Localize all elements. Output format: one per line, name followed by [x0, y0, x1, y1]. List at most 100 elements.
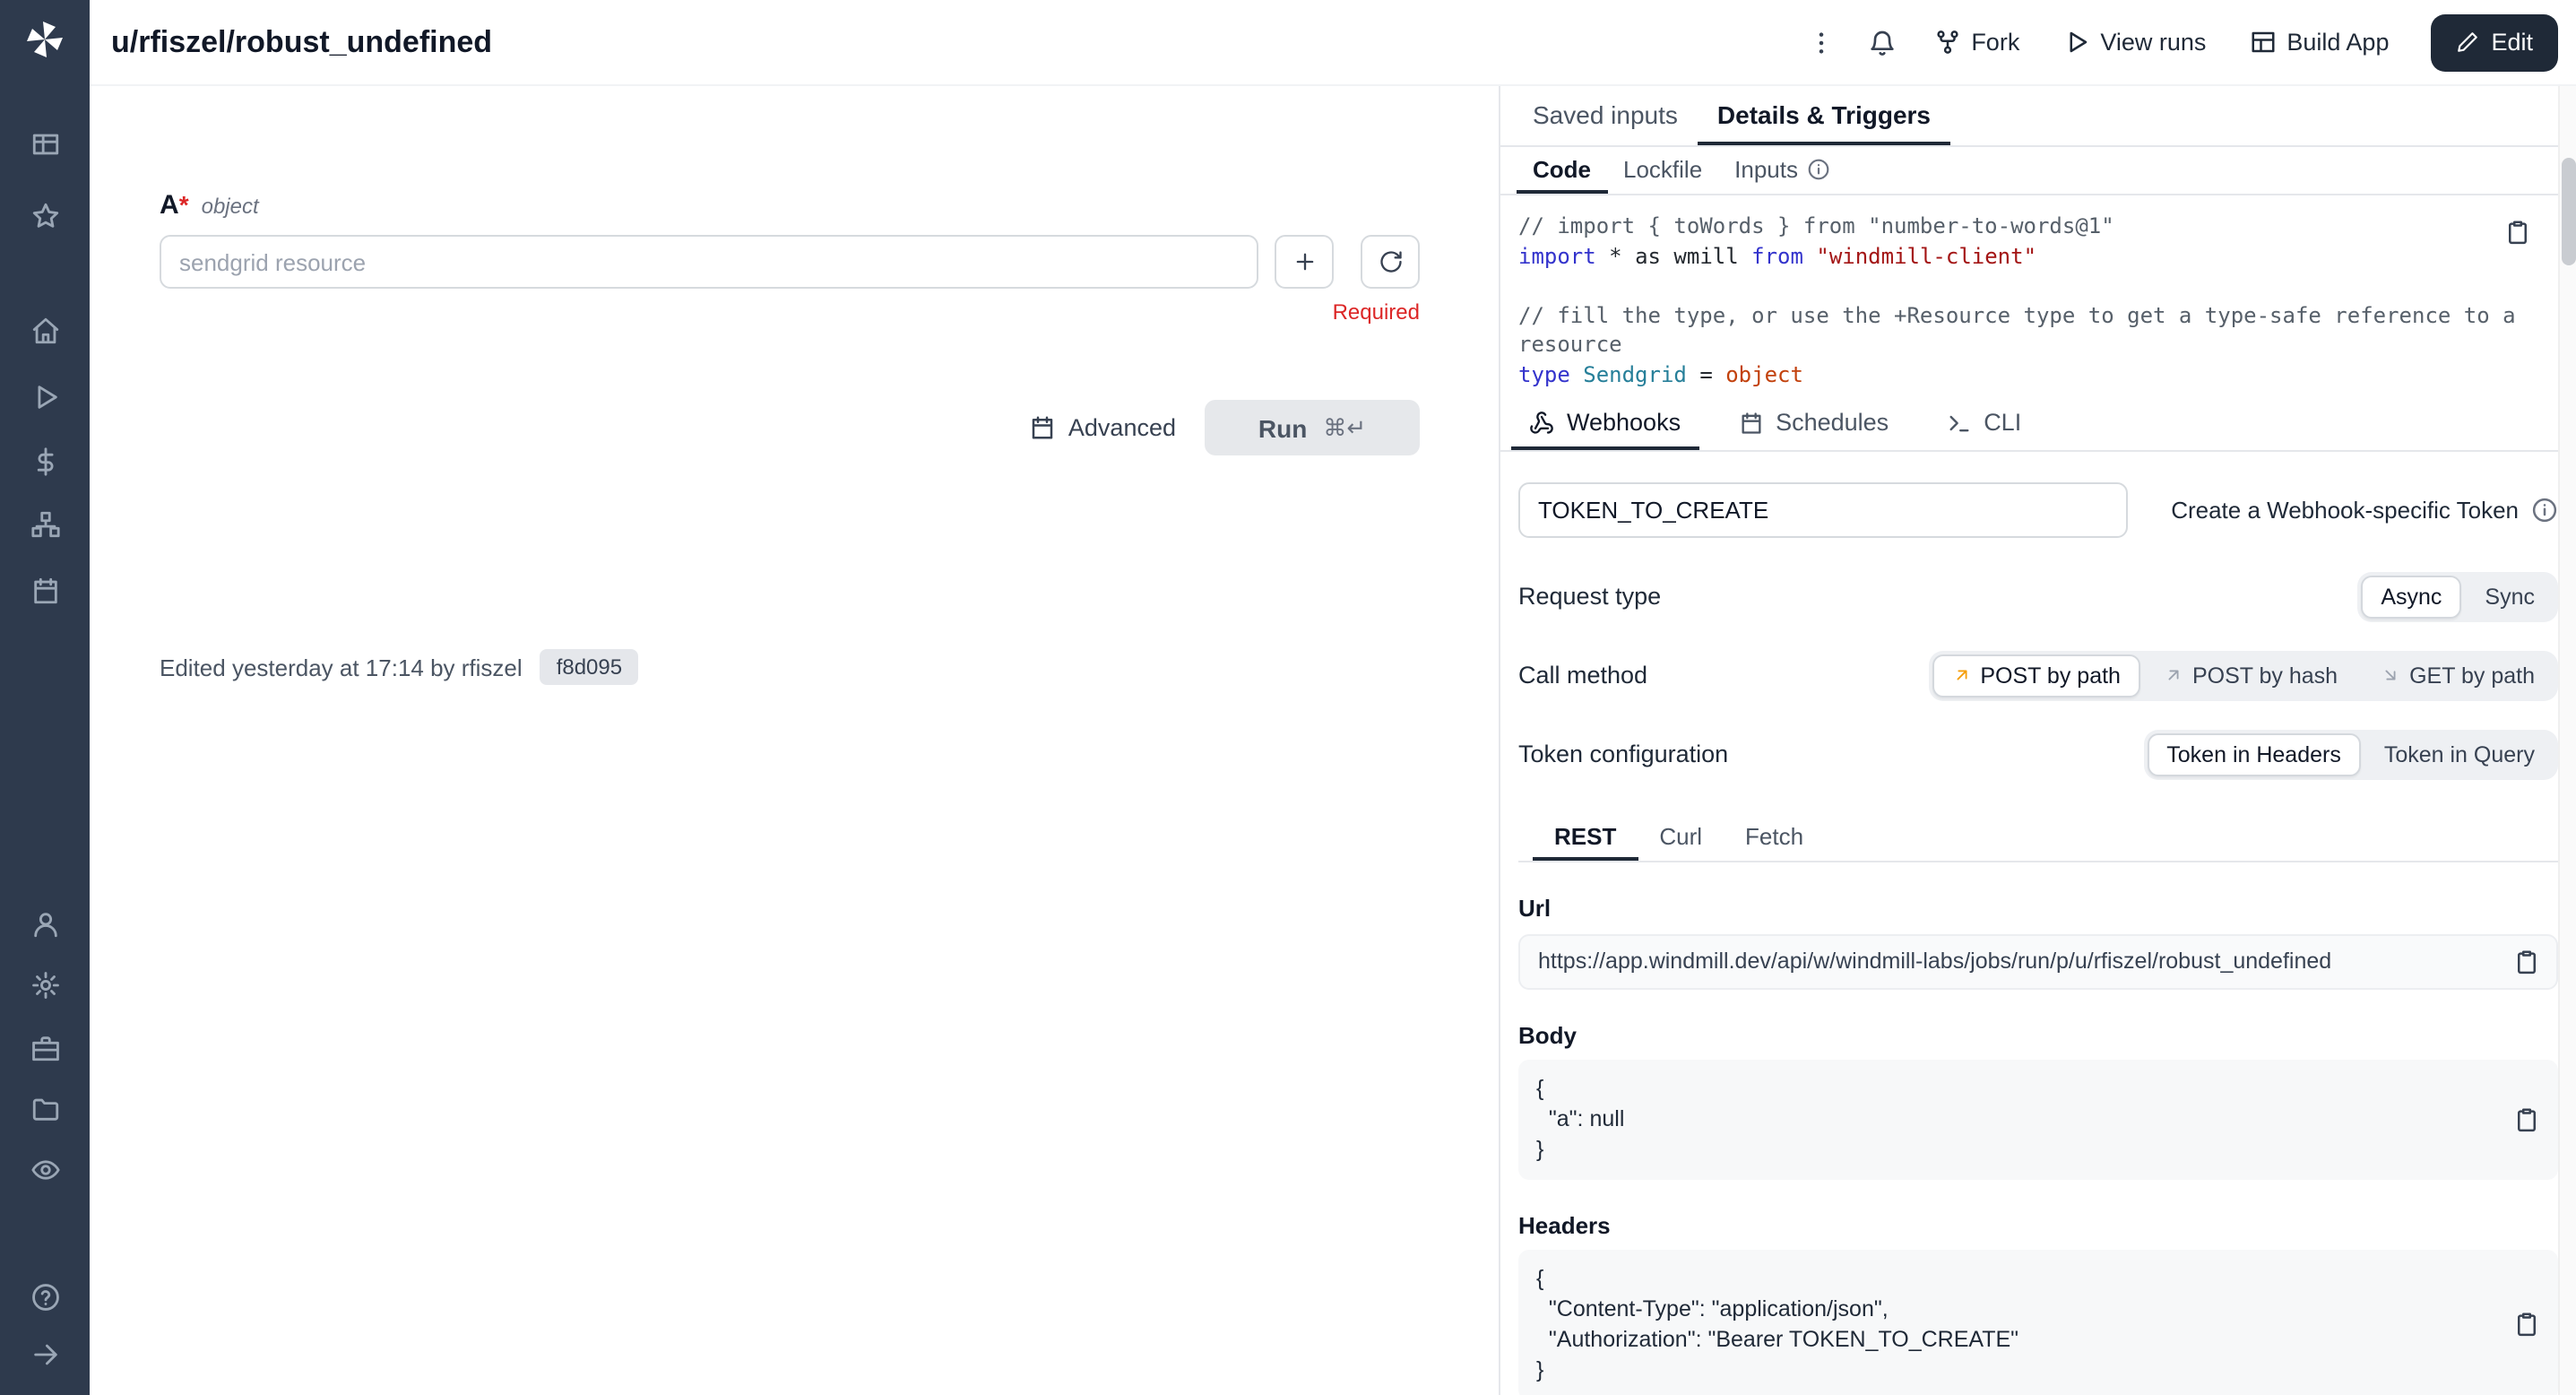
calendar-icon: [1029, 414, 1056, 441]
plus-icon: [1292, 249, 1317, 274]
copy-code-button[interactable]: [2501, 215, 2533, 247]
code-viewer[interactable]: // import { toWords } from "number-to-wo…: [1500, 195, 2576, 399]
option-async[interactable]: Async: [2361, 575, 2461, 618]
tab-curl[interactable]: Curl: [1638, 815, 1724, 860]
edited-text: Edited yesterday at 17:14 by rfiszel: [160, 654, 523, 680]
fork-button[interactable]: Fork: [1917, 18, 2036, 66]
call-method-toggle: POST by path POST by hash GET by path: [1928, 650, 2558, 700]
create-webhook-token-button[interactable]: Create a Webhook-specific Token: [2171, 496, 2558, 523]
clipboard-icon: [2503, 218, 2530, 245]
variables-dollar-icon[interactable]: [0, 443, 90, 479]
subtab-inputs[interactable]: Inputs: [1718, 147, 1846, 194]
version-hash-badge[interactable]: f8d095: [540, 649, 638, 685]
view-runs-button[interactable]: View runs: [2046, 18, 2222, 66]
top-bar: u/rfiszel/robust_undefined Fork View run…: [90, 0, 2576, 86]
field-label-row: A* object: [160, 190, 1420, 222]
details-panel: Saved inputs Details & Triggers Code Loc…: [1499, 86, 2576, 1395]
edited-info-row: Edited yesterday at 17:14 by rfiszel f8d…: [160, 649, 1420, 685]
calendar-icon: [1738, 410, 1763, 435]
info-icon: [1807, 157, 1830, 180]
terminal-icon: [1946, 410, 1971, 435]
clipboard-icon: [2512, 1311, 2539, 1338]
windmill-logo-icon[interactable]: [23, 18, 66, 61]
option-post-by-hash[interactable]: POST by hash: [2144, 654, 2357, 697]
webhook-icon: [1529, 410, 1554, 435]
resources-flow-icon[interactable]: [0, 506, 90, 542]
arrow-up-right-icon: [2164, 665, 2183, 685]
tab-webhooks[interactable]: Webhooks: [1511, 399, 1699, 449]
folders-icon[interactable]: [0, 1090, 90, 1126]
run-shortcut: ⌘↵: [1323, 413, 1366, 442]
home-icon[interactable]: [0, 312, 90, 348]
copy-body-button[interactable]: [2510, 1103, 2542, 1135]
user-icon[interactable]: [0, 905, 90, 941]
request-type-row: Request type Async Sync: [1518, 564, 2558, 628]
audit-eye-icon[interactable]: [0, 1151, 90, 1187]
advanced-button[interactable]: Advanced: [1029, 414, 1176, 441]
tab-cli[interactable]: CLI: [1928, 399, 2039, 449]
sidebar: [0, 0, 90, 1395]
url-label: Url: [1518, 894, 2558, 921]
body-box: { "a": null }: [1518, 1059, 2558, 1179]
panel-tabs: Saved inputs Details & Triggers: [1500, 86, 2576, 147]
option-sync[interactable]: Sync: [2465, 575, 2554, 618]
panel-scrollbar[interactable]: [2558, 86, 2576, 1395]
build-app-button[interactable]: Build App: [2233, 18, 2405, 66]
star-icon[interactable]: [0, 197, 90, 233]
arrow-up-right-icon: [1951, 665, 1971, 685]
code-lines: // import { toWords } from "number-to-wo…: [1518, 212, 2522, 389]
required-hint: Required: [160, 299, 1420, 325]
settings-gear-icon[interactable]: [0, 966, 90, 1002]
run-form-pane: A* object Required Advanced Run⌘↵ Edited…: [90, 86, 1499, 1395]
git-fork-icon: [1933, 29, 1960, 56]
code-subtabs: Code Lockfile Inputs: [1500, 147, 2576, 195]
subtab-lockfile[interactable]: Lockfile: [1607, 147, 1718, 194]
field-input-row: [160, 235, 1420, 289]
schedules-calendar-icon[interactable]: [0, 572, 90, 608]
runs-play-icon[interactable]: [0, 378, 90, 414]
field-name: A: [160, 190, 179, 221]
url-value: https://app.windmill.dev/api/w/windmill-…: [1538, 949, 2331, 974]
body-label: Body: [1518, 1021, 2558, 1048]
token-row: Create a Webhook-specific Token: [1518, 481, 2558, 537]
subtab-code[interactable]: Code: [1517, 147, 1607, 194]
workspace-briefcase-icon[interactable]: [0, 1029, 90, 1065]
page-title: u/rfiszel/robust_undefined: [111, 24, 492, 60]
help-icon[interactable]: [0, 1278, 90, 1314]
add-resource-button[interactable]: [1275, 235, 1334, 289]
refresh-button[interactable]: [1361, 235, 1420, 289]
option-post-by-path[interactable]: POST by path: [1932, 654, 2140, 697]
copy-url-button[interactable]: [2510, 946, 2542, 978]
request-type-label: Request type: [1518, 583, 1661, 610]
tab-saved-inputs[interactable]: Saved inputs: [1513, 86, 1698, 145]
resource-input[interactable]: [160, 235, 1258, 289]
field-type: object: [202, 194, 259, 219]
expand-sidebar-icon[interactable]: [0, 1336, 90, 1372]
copy-headers-button[interactable]: [2510, 1308, 2542, 1340]
headers-box: { "Content-Type": "application/json", "A…: [1518, 1249, 2558, 1395]
tab-rest[interactable]: REST: [1533, 815, 1638, 860]
example-tabs: REST Curl Fetch: [1518, 815, 2558, 862]
tab-details-triggers[interactable]: Details & Triggers: [1698, 86, 1950, 145]
url-field[interactable]: https://app.windmill.dev/api/w/windmill-…: [1518, 933, 2558, 989]
option-token-in-query[interactable]: Token in Query: [2364, 732, 2554, 775]
option-get-by-path[interactable]: GET by path: [2361, 654, 2554, 697]
kebab-icon: [1806, 28, 1835, 56]
more-menu-button[interactable]: [1795, 17, 1846, 67]
run-button[interactable]: Run⌘↵: [1205, 400, 1420, 455]
tab-fetch[interactable]: Fetch: [1724, 815, 1825, 860]
required-asterisk: *: [179, 190, 189, 219]
webhook-token-input[interactable]: [1518, 481, 2128, 537]
scrollbar-thumb[interactable]: [2562, 158, 2576, 265]
header-actions: Fork View runs Build App Edit: [1795, 13, 2558, 71]
table-icon[interactable]: [0, 126, 90, 161]
tab-schedules[interactable]: Schedules: [1720, 399, 1906, 449]
bell-icon: [1867, 28, 1896, 56]
call-method-row: Call method POST by path POST by hash GE…: [1518, 643, 2558, 707]
edit-button[interactable]: Edit: [2430, 13, 2558, 71]
app-window: u/rfiszel/robust_undefined Fork View run…: [0, 0, 2576, 1395]
notifications-button[interactable]: [1856, 17, 1906, 67]
pencil-icon: [2455, 30, 2478, 54]
option-token-in-headers[interactable]: Token in Headers: [2147, 732, 2361, 775]
headers-value: { "Content-Type": "application/json", "A…: [1536, 1263, 2486, 1385]
